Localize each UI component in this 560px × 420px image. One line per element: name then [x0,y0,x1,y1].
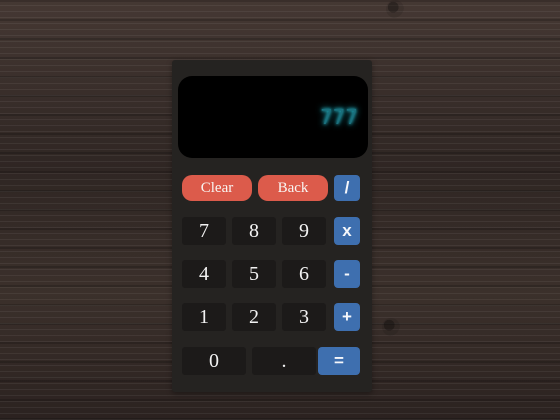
calculator: 777 Clear Back / 7 8 9 x 4 5 6 - 1 2 3 +… [172,60,372,392]
wood-knot [386,0,404,18]
wood-knot [382,318,400,336]
digit-4-button[interactable]: 4 [182,260,226,288]
equals-button[interactable]: = [318,347,360,375]
back-button[interactable]: Back [258,175,328,201]
add-button[interactable]: + [334,303,360,331]
digit-5-button[interactable]: 5 [232,260,276,288]
digit-9-button[interactable]: 9 [282,217,326,245]
digit-2-button[interactable]: 2 [232,303,276,331]
digit-0-button[interactable]: 0 [182,347,246,375]
digit-7-button[interactable]: 7 [182,217,226,245]
display-value: 777 [320,105,358,129]
subtract-button[interactable]: - [334,260,360,288]
display-screen: 777 [178,76,368,158]
decimal-button[interactable]: . [252,347,316,375]
digit-3-button[interactable]: 3 [282,303,326,331]
digit-6-button[interactable]: 6 [282,260,326,288]
digit-8-button[interactable]: 8 [232,217,276,245]
multiply-button[interactable]: x [334,217,360,245]
divide-button[interactable]: / [334,175,360,201]
digit-1-button[interactable]: 1 [182,303,226,331]
clear-button[interactable]: Clear [182,175,252,201]
